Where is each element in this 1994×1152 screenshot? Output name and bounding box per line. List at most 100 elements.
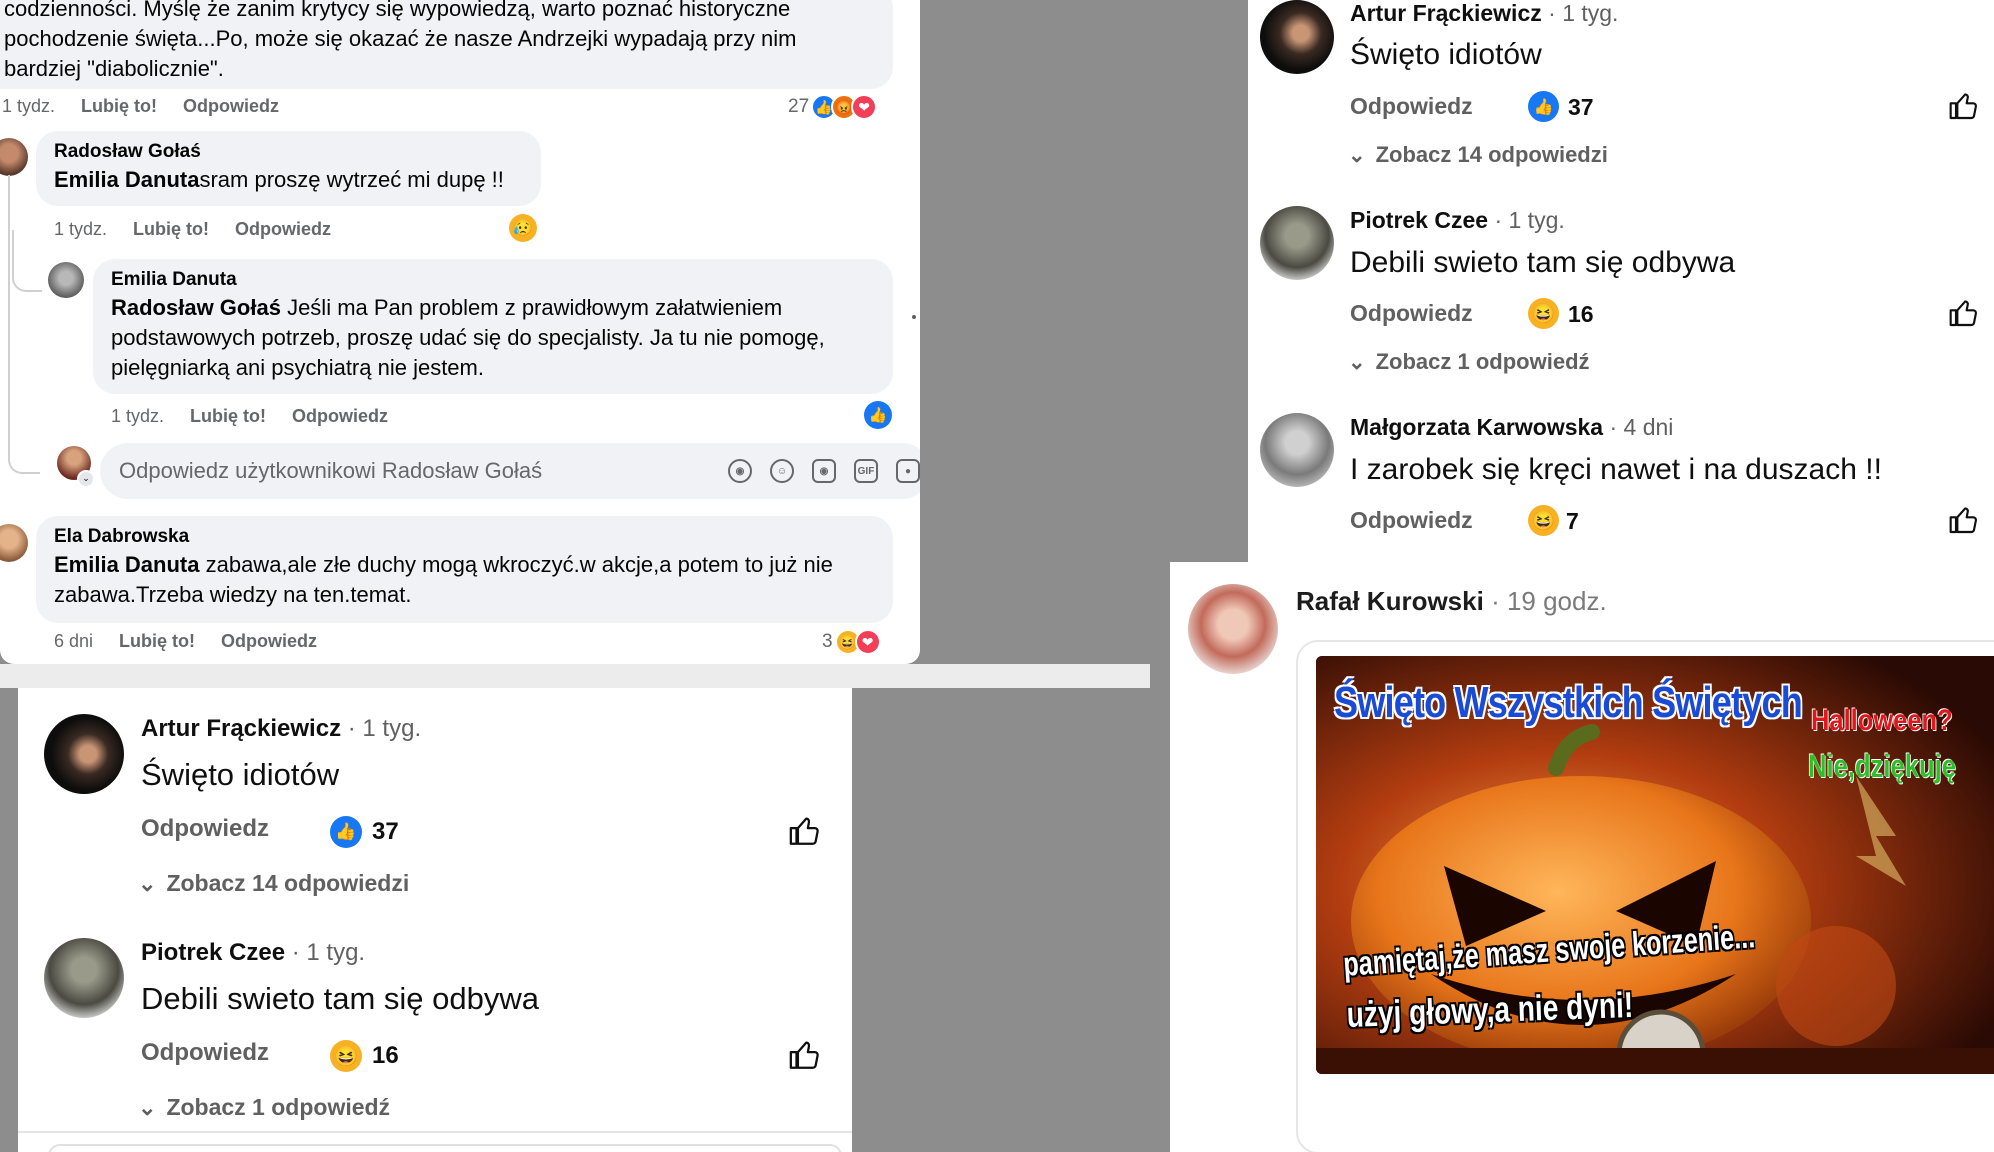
commenter-name[interactable]: Piotrek Czee bbox=[141, 939, 285, 966]
comment-text: I zarobek się kręci nawet i na duszach !… bbox=[1350, 453, 1882, 486]
like-link[interactable]: Lubię to! bbox=[133, 219, 209, 240]
love-reaction-icon: ❤ bbox=[854, 629, 881, 655]
thumb-up-icon[interactable] bbox=[1948, 504, 1980, 536]
reply-link[interactable]: Odpowiedz bbox=[221, 631, 317, 652]
divider bbox=[18, 1131, 852, 1133]
comment-bubble-top: codzienności. Myślę że zanim krytycy się… bbox=[0, 0, 893, 89]
commenter-name[interactable]: Radosław Gołaś bbox=[54, 139, 523, 165]
reply-button[interactable]: Odpowiedz bbox=[1350, 507, 1473, 534]
view-replies-label: Zobacz 1 odpowiedź bbox=[166, 1094, 391, 1120]
reply-composer[interactable]: ◉ ☺ ◉ GIF ● bbox=[100, 443, 920, 499]
comment-text-line: bardziej "diabolicznie". bbox=[4, 56, 224, 81]
comment-time[interactable]: · 1 tyg. bbox=[1494, 207, 1564, 233]
reply-button[interactable]: Odpowiedz bbox=[1350, 93, 1473, 120]
post-time[interactable]: · 19 godz. bbox=[1491, 586, 1607, 616]
commenter-name[interactable]: Emilia Danuta bbox=[111, 267, 875, 293]
reaction-summary[interactable]: 27 👍 😡 ❤ bbox=[788, 94, 878, 120]
commenter-name[interactable]: Ela Dabrowska bbox=[54, 524, 875, 550]
reply-input[interactable] bbox=[117, 457, 681, 485]
facebook-comments-panel: codzienności. Myślę że zanim krytycy się… bbox=[0, 0, 920, 664]
yt-comments-right: Artur Frąckiewicz · 1 tyg. Święto idiotó… bbox=[1248, 0, 1994, 562]
comment-bubble: Radosław Gołaś Emilia Danutasram proszę … bbox=[36, 131, 541, 206]
sad-reaction-icon[interactable]: 😥 bbox=[509, 214, 537, 242]
comment-time[interactable]: · 4 dni bbox=[1609, 414, 1673, 440]
sticker-icon[interactable]: ● bbox=[896, 459, 920, 483]
emoji-icon[interactable]: ☺ bbox=[770, 459, 794, 483]
reply-link[interactable]: Odpowiedz bbox=[292, 406, 388, 427]
comment-actions: 6 dni Lubię to! Odpowiedz bbox=[54, 631, 317, 652]
reaction-count: 3 bbox=[822, 631, 833, 652]
comment-text: Debili swieto tam się odbywa bbox=[1350, 246, 1736, 279]
like-reaction-icon[interactable]: 👍 bbox=[864, 401, 892, 429]
avatar[interactable] bbox=[0, 524, 28, 562]
mention-link[interactable]: Emilia Danuta bbox=[54, 552, 199, 577]
commenter-name[interactable]: Artur Frąckiewicz bbox=[1350, 0, 1542, 26]
thumb-up-icon[interactable] bbox=[788, 1038, 822, 1072]
reaction-count: 37 bbox=[1568, 94, 1594, 120]
comment-time[interactable]: 1 tydz. bbox=[111, 406, 164, 427]
avatar[interactable] bbox=[1260, 206, 1334, 280]
reaction-summary[interactable]: 3 😆 ❤ bbox=[822, 629, 881, 655]
comment-time[interactable]: · 1 tyg. bbox=[348, 715, 421, 742]
view-replies-button[interactable]: ⌄ Zobacz 14 odpowiedzi bbox=[138, 870, 409, 897]
avatar[interactable] bbox=[44, 938, 124, 1018]
gif-icon[interactable]: GIF bbox=[854, 459, 878, 483]
comment-bubble: Ela Dabrowska Emilia Danuta zabawa,ale z… bbox=[36, 516, 893, 623]
halloween-banner-image[interactable]: Święto Wszystkich Świętych Halloween? Ni… bbox=[1316, 656, 1994, 1074]
comment-time[interactable]: 1 tydz. bbox=[2, 96, 55, 117]
reply-button[interactable]: Odpowiedz bbox=[1350, 300, 1473, 327]
comment-time[interactable]: 6 dni bbox=[54, 631, 93, 652]
comment-time[interactable]: · 1 tyg. bbox=[292, 939, 365, 966]
reply-link[interactable]: Odpowiedz bbox=[183, 96, 279, 117]
view-replies-button[interactable]: ⌄ Zobacz 1 odpowiedź bbox=[1348, 349, 1590, 375]
thumb-up-icon[interactable] bbox=[1948, 297, 1980, 329]
chevron-down-icon[interactable]: ⌄ bbox=[77, 470, 95, 488]
reaction-count: 37 bbox=[372, 818, 399, 845]
reply-button[interactable]: Odpowiedz bbox=[141, 815, 269, 843]
author-name[interactable]: Rafał Kurowski bbox=[1296, 586, 1484, 616]
reply-link[interactable]: Odpowiedz bbox=[235, 219, 331, 240]
reply-button[interactable]: Odpowiedz bbox=[141, 1039, 269, 1067]
view-replies-button[interactable]: ⌄ Zobacz 1 odpowiedź bbox=[138, 1094, 390, 1121]
avatar[interactable] bbox=[44, 714, 124, 794]
avatar-sticker-icon[interactable]: ◉ bbox=[728, 459, 752, 483]
laugh-icon: 😆 bbox=[330, 1040, 362, 1072]
laugh-icon: 😆 bbox=[1528, 298, 1559, 329]
comment-text-line: pochodzenie święta...Po, może się okazać… bbox=[4, 26, 797, 51]
comment-actions: 1 tydz. Lubię to! Odpowiedz bbox=[111, 406, 388, 427]
comment-text-line: podstawowych potrzeb, proszę udać się do… bbox=[111, 325, 825, 350]
like-link[interactable]: Lubię to! bbox=[81, 96, 157, 117]
thumb-up-icon[interactable] bbox=[788, 814, 822, 848]
comment-actions: 1 tydz. Lubię to! Odpowiedz bbox=[2, 96, 279, 117]
comment-text-line: zabawa.Trzeba wiedzy na ten.temat. bbox=[54, 582, 412, 607]
reaction-count: 27 bbox=[788, 96, 810, 117]
thread-line bbox=[8, 175, 40, 474]
commenter-name[interactable]: Piotrek Czee bbox=[1350, 207, 1488, 233]
avatar[interactable] bbox=[1188, 584, 1278, 674]
comment-text-line: pielęgniarką ani psychiatrą nie jestem. bbox=[111, 355, 484, 380]
commenter-name[interactable]: Artur Frąckiewicz bbox=[141, 715, 341, 742]
comment-input[interactable] bbox=[48, 1144, 842, 1152]
comment-time[interactable]: 1 tydz. bbox=[54, 219, 107, 240]
chevron-down-icon: ⌄ bbox=[1348, 144, 1366, 167]
banner-side-line-1: Halloween? bbox=[1811, 704, 1953, 737]
view-replies-label: Zobacz 14 odpowiedzi bbox=[1375, 142, 1608, 167]
comment-time[interactable]: · 1 tyg. bbox=[1548, 0, 1618, 26]
avatar[interactable] bbox=[48, 262, 84, 298]
mention-link[interactable]: Radosław Gołaś bbox=[111, 295, 281, 320]
avatar[interactable] bbox=[1260, 413, 1334, 487]
more-options-dot[interactable] bbox=[912, 315, 916, 319]
reaction-count: 16 bbox=[372, 1042, 399, 1069]
mention-link[interactable]: Emilia Danuta bbox=[54, 167, 199, 192]
banner-title: Święto Wszystkich Świętych bbox=[1334, 678, 1803, 727]
avatar[interactable] bbox=[0, 138, 28, 176]
window-gap bbox=[0, 664, 1150, 688]
camera-icon[interactable]: ◉ bbox=[812, 459, 836, 483]
thumb-up-icon[interactable] bbox=[1948, 90, 1980, 122]
like-link[interactable]: Lubię to! bbox=[190, 406, 266, 427]
yt-comments-left: Artur Frąckiewicz · 1 tyg. Święto idiotó… bbox=[18, 688, 852, 1152]
view-replies-button[interactable]: ⌄ Zobacz 14 odpowiedzi bbox=[1348, 142, 1608, 168]
avatar[interactable] bbox=[1260, 0, 1334, 74]
like-link[interactable]: Lubię to! bbox=[119, 631, 195, 652]
commenter-name[interactable]: Małgorzata Karwowska bbox=[1350, 414, 1603, 440]
